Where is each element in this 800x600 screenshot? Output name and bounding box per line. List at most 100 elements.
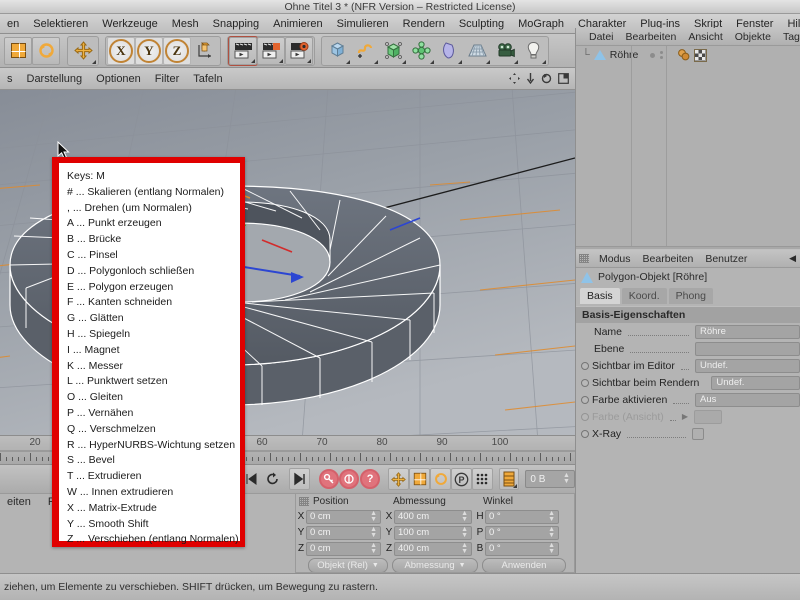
left-menu-bearbeiten[interactable]: eiten (0, 494, 38, 510)
autokeying-button[interactable] (339, 468, 360, 490)
apply-button[interactable]: Anwenden (482, 558, 566, 572)
size-stepper-z[interactable]: ▲ ▼ (461, 542, 468, 555)
x-axis-lock-icon[interactable]: X (107, 36, 135, 65)
texture-tag-icon[interactable] (694, 48, 708, 62)
pan-view-icon[interactable] (509, 73, 520, 84)
attribute-menu-modus[interactable]: Modus (593, 253, 637, 265)
size-mode-dropdown[interactable]: Abmessung ▼ (392, 558, 478, 572)
property-input-name[interactable]: Röhre (695, 324, 800, 339)
point-level-animation-button[interactable] (471, 468, 493, 490)
angle-input-p[interactable]: 0 ° ▲ ▼ (485, 525, 559, 540)
floor-environment-icon[interactable] (463, 37, 491, 65)
property-input-sichtbar-rendern[interactable]: Undef. (711, 375, 800, 390)
visibility-render-dots[interactable] (660, 51, 664, 59)
step-forward-button[interactable] (242, 468, 263, 490)
object-menu-objekte[interactable]: Objekte (729, 31, 777, 43)
property-input-ebene[interactable] (695, 341, 800, 356)
bend-deformer-icon[interactable] (435, 37, 463, 65)
visibility-editor-dot[interactable] (650, 52, 656, 58)
property-input-farbe-aktivieren[interactable]: Aus (695, 392, 800, 407)
camera-icon[interactable] (491, 37, 519, 65)
tab-phong[interactable]: Phong (668, 288, 713, 304)
property-radio-sichtbar-rendern[interactable] (581, 378, 589, 387)
size-input-y[interactable]: 100 cm ▲ ▼ (394, 525, 472, 540)
keyframe-selection-button[interactable]: ? (360, 468, 381, 490)
expand-arrow-icon[interactable]: ▶ (682, 412, 688, 421)
rotation-key-button[interactable] (430, 468, 451, 490)
frame-stepper-icon[interactable]: ▲ ▼ (563, 472, 570, 485)
angle-stepper-h[interactable]: ▲ ▼ (548, 510, 555, 523)
attribute-manager-grip-icon[interactable] (579, 254, 589, 263)
menu-item-simulieren[interactable]: Simulieren (330, 14, 396, 33)
move-tool-icon[interactable] (69, 37, 97, 65)
render-region-icon[interactable] (257, 36, 285, 65)
object-row-roehre[interactable]: └ Röhre (576, 46, 800, 64)
y-axis-lock-icon[interactable]: Y (135, 36, 163, 65)
object-menu-ansicht[interactable]: Ansicht (682, 31, 728, 43)
position-key-button[interactable] (388, 468, 410, 490)
coordinate-mode-dropdown[interactable]: Objekt (Rel) ▼ (308, 558, 388, 572)
attribute-menu-benutzer[interactable]: Benutzer (699, 253, 753, 265)
size-input-z[interactable]: 400 cm ▲ ▼ (394, 541, 472, 556)
world-object-coordinates-icon[interactable] (191, 37, 219, 65)
attribute-back-arrow-icon[interactable]: ◀ (789, 253, 800, 264)
scale-key-button[interactable] (409, 468, 431, 490)
maximize-view-icon[interactable] (558, 73, 569, 84)
viewport-menu-ansicht[interactable]: s (0, 73, 20, 85)
position-input-y[interactable]: 0 cm ▲ ▼ (306, 525, 381, 540)
angle-input-b[interactable]: 0 ° ▲ ▼ (485, 541, 559, 556)
attribute-menu-bearbeiten[interactable]: Bearbeiten (637, 253, 700, 265)
viewport-menu-filter[interactable]: Filter (148, 73, 186, 85)
menu-item-mograph[interactable]: MoGraph (511, 14, 571, 33)
loop-button[interactable] (263, 468, 284, 490)
viewport-menu-darstellung[interactable]: Darstellung (20, 73, 90, 85)
tab-basis[interactable]: Basis (580, 288, 620, 304)
property-radio-sichtbar-editor[interactable] (581, 361, 589, 370)
menu-item-sculpting[interactable]: Sculpting (452, 14, 511, 33)
position-stepper-z[interactable]: ▲ ▼ (370, 542, 377, 555)
menu-item-rendern[interactable]: Rendern (396, 14, 452, 33)
go-to-end-button[interactable] (289, 468, 311, 490)
array-deformer-icon[interactable] (407, 37, 435, 65)
viewport-menu-tafeln[interactable]: Tafeln (186, 73, 229, 85)
nurbs-generator-icon[interactable] (379, 37, 407, 65)
rotate-object-axis-icon[interactable] (32, 36, 60, 65)
object-menu-datei[interactable]: Datei (583, 31, 620, 43)
spline-icon[interactable] (351, 37, 379, 65)
position-stepper-y[interactable]: ▲ ▼ (370, 526, 377, 539)
rotate-view-icon[interactable] (541, 73, 552, 84)
object-menu-tags[interactable]: Tag (777, 31, 800, 43)
angle-stepper-p[interactable]: ▲ ▼ (548, 526, 555, 539)
object-tags[interactable] (677, 48, 708, 62)
position-input-z[interactable]: 0 cm ▲ ▼ (306, 541, 381, 556)
material-tag-icon[interactable] (677, 49, 691, 61)
menu-item-snapping[interactable]: Snapping (206, 14, 267, 33)
viewport-menu-optionen[interactable]: Optionen (89, 73, 148, 85)
render-settings-icon[interactable] (285, 36, 313, 65)
property-radio-farbe-aktivieren[interactable] (581, 395, 589, 404)
position-stepper-x[interactable]: ▲ ▼ (370, 510, 377, 523)
render-view-icon[interactable] (228, 35, 258, 66)
cube-primitive-icon[interactable] (323, 37, 351, 65)
z-axis-lock-icon[interactable]: Z (163, 36, 191, 65)
parameter-key-button[interactable]: P (450, 468, 472, 490)
angle-input-h[interactable]: 0 ° ▲ ▼ (485, 509, 559, 524)
property-checkbox-xray[interactable] (692, 427, 704, 440)
panel-grip-icon[interactable] (299, 497, 309, 506)
property-radio-xray[interactable] (581, 429, 589, 438)
menu-item-animieren[interactable]: Animieren (266, 14, 330, 33)
object-menu-bearbeiten[interactable]: Bearbeiten (620, 31, 683, 43)
menu-item-mesh[interactable]: Mesh (165, 14, 206, 33)
timeline-button[interactable] (498, 468, 520, 490)
size-stepper-x[interactable]: ▲ ▼ (461, 510, 468, 523)
menu-item-selektieren[interactable]: Selektieren (26, 14, 95, 33)
tab-koord[interactable]: Koord. (621, 288, 667, 304)
property-input-sichtbar-editor[interactable]: Undef. (695, 358, 800, 373)
menu-item-datei[interactable]: en (0, 14, 26, 33)
dolly-view-icon[interactable] (526, 73, 535, 84)
light-icon[interactable] (519, 37, 547, 65)
size-stepper-y[interactable]: ▲ ▼ (461, 526, 468, 539)
record-keyframe-button[interactable] (318, 468, 339, 490)
position-input-x[interactable]: 0 cm ▲ ▼ (306, 509, 381, 524)
angle-stepper-b[interactable]: ▲ ▼ (548, 542, 555, 555)
